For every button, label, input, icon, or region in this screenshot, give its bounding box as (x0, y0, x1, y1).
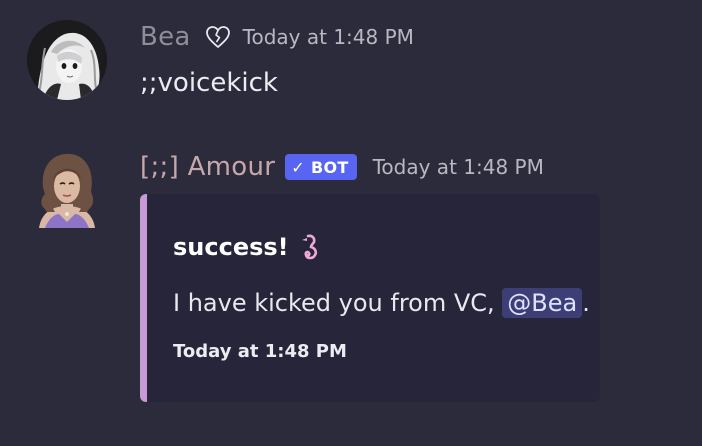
embed-footer-timestamp: Today at 1:48 PM (173, 341, 347, 362)
bot-badge-label: BOT (310, 157, 349, 177)
embed-accent-bar (140, 194, 147, 402)
broken-heart-icon (205, 24, 231, 50)
message-content: ;;voicekick (140, 68, 278, 98)
avatar-amour[interactable] (33, 148, 101, 228)
seahorse-emoji-icon (299, 232, 323, 262)
embed-title-text: success! (173, 233, 289, 261)
chat-log: Bea Today at 1:48 PM ;;voicekick [;;] Am… (0, 0, 702, 446)
timestamp: Today at 1:48 PM (242, 25, 414, 49)
embed-title: success! (173, 232, 323, 262)
embed-description: I have kicked you from VC, @Bea. (173, 286, 590, 320)
embed-card: success! I have kicked you from VC, @Bea… (140, 194, 600, 402)
embed-description-text: I have kicked you from VC, (173, 289, 503, 317)
verified-check-icon: ✓ (291, 157, 305, 177)
username-amour[interactable]: [;;] Amour (140, 150, 275, 184)
username-bea[interactable]: Bea (140, 20, 191, 54)
message-amour: [;;] Amour ✓ BOT Today at 1:48 PM succes… (0, 148, 702, 418)
message-header: [;;] Amour ✓ BOT Today at 1:48 PM (140, 150, 544, 184)
user-mention[interactable]: @Bea (502, 288, 583, 318)
bot-badge: ✓ BOT (285, 154, 357, 180)
timestamp: Today at 1:48 PM (372, 155, 544, 179)
message-header: Bea Today at 1:48 PM (140, 20, 414, 54)
avatar-bea[interactable] (27, 20, 107, 100)
message-bea: Bea Today at 1:48 PM ;;voicekick (0, 18, 702, 108)
embed-description-end: . (582, 289, 590, 317)
